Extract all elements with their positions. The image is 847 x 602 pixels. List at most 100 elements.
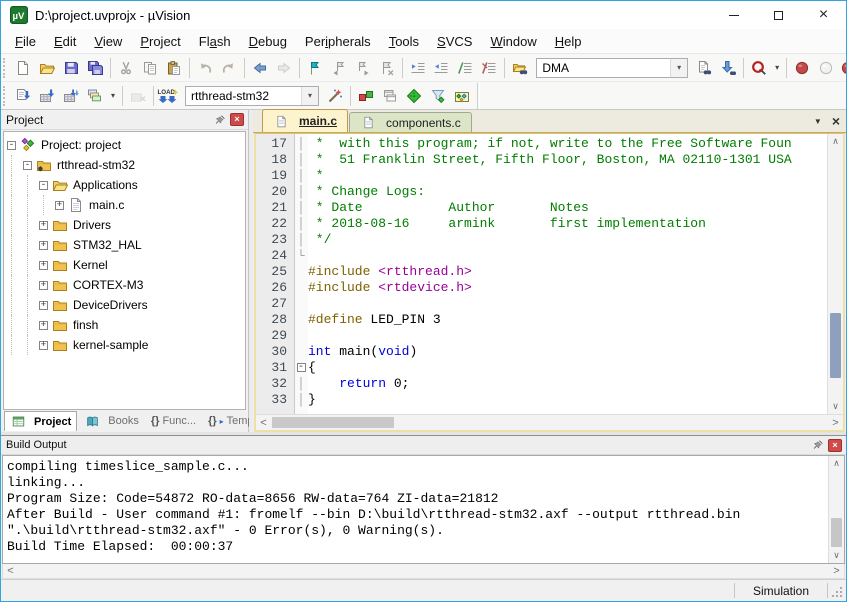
expand-icon[interactable]: + <box>39 321 48 330</box>
collapse-icon[interactable]: - <box>39 181 48 190</box>
batch-build-button[interactable] <box>83 84 107 108</box>
tree-item-kernel[interactable]: +Kernel <box>4 255 245 275</box>
save-button[interactable] <box>59 56 83 80</box>
tab-list-dropdown-icon[interactable]: ▼ <box>814 117 822 126</box>
search-combobox[interactable]: DMA▾ <box>536 58 688 78</box>
menu-item-view[interactable]: View <box>85 31 131 52</box>
maximize-button[interactable] <box>756 1 801 29</box>
tree-item-drivers[interactable]: +Drivers <box>4 215 245 235</box>
open-file-button[interactable] <box>35 56 59 80</box>
minimize-button[interactable] <box>711 1 756 29</box>
undo-button[interactable] <box>193 56 217 80</box>
close-button[interactable]: × <box>801 1 846 29</box>
menu-item-svcs[interactable]: SVCS <box>428 31 481 52</box>
scroll-up-icon[interactable]: ∧ <box>829 456 844 471</box>
search-combobox-dropdown-icon[interactable]: ▾ <box>670 59 687 77</box>
panel-tab-books[interactable]: Books <box>79 411 144 431</box>
translate-button[interactable] <box>11 84 35 108</box>
menu-item-peripherals[interactable]: Peripherals <box>296 31 380 52</box>
tree-item-applications[interactable]: -Applications <box>4 175 245 195</box>
download-load-button[interactable]: LOAD <box>157 84 181 108</box>
outdent-button[interactable] <box>430 56 454 80</box>
expand-icon[interactable]: + <box>39 341 48 350</box>
tree-item-devicedrivers[interactable]: +DeviceDrivers <box>4 295 245 315</box>
editor-tab-main-c[interactable]: main.c <box>262 109 348 132</box>
comment-selection-button[interactable] <box>453 56 477 80</box>
scroll-right-icon[interactable]: > <box>829 564 844 578</box>
indent-button[interactable] <box>406 56 430 80</box>
navigate-back-button[interactable] <box>248 56 272 80</box>
select-software-packs-button[interactable] <box>426 84 450 108</box>
toggle-bookmark-button[interactable] <box>303 56 327 80</box>
tree-item-stm32-hal[interactable]: +STM32_HAL <box>4 235 245 255</box>
paste-button[interactable] <box>162 56 186 80</box>
quick-search-button[interactable] <box>747 56 771 80</box>
stop-build-button[interactable] <box>126 84 150 108</box>
disable-all-breakpoints-button[interactable] <box>840 56 846 80</box>
manage-components-button[interactable] <box>450 84 474 108</box>
batch-build-button-dropdown-icon[interactable]: ▾ <box>107 84 119 108</box>
editor-hscrollbar[interactable]: < > <box>256 414 843 430</box>
editor-tab-components-c[interactable]: components.c <box>349 112 472 132</box>
tree-item-main-c[interactable]: +main.c <box>4 195 245 215</box>
menu-item-flash[interactable]: Flash <box>190 31 240 52</box>
previous-bookmark-button[interactable] <box>327 56 351 80</box>
tree-item-finsh[interactable]: +finsh <box>4 315 245 335</box>
resize-grip-icon[interactable] <box>828 580 846 601</box>
file-extensions-button[interactable] <box>354 84 378 108</box>
panel-tab-project[interactable]: Project <box>4 411 77 431</box>
expand-icon[interactable]: + <box>39 221 48 230</box>
uncomment-selection-button[interactable] <box>477 56 501 80</box>
menu-item-debug[interactable]: Debug <box>240 31 296 52</box>
tree-item-cortex-m3[interactable]: +CORTEX-M3 <box>4 275 245 295</box>
menu-item-edit[interactable]: Edit <box>45 31 85 52</box>
copy-button[interactable] <box>138 56 162 80</box>
pin-icon[interactable] <box>811 438 825 452</box>
manage-project-items-button[interactable] <box>378 84 402 108</box>
new-file-button[interactable] <box>11 56 35 80</box>
build-output-vscroll-thumb[interactable] <box>831 518 842 547</box>
build-output-vscrollbar[interactable]: ∧ ∨ <box>828 456 844 563</box>
navigate-forward-button[interactable] <box>272 56 296 80</box>
cut-button[interactable] <box>114 56 138 80</box>
scroll-up-icon[interactable]: ∧ <box>828 134 843 149</box>
expand-icon[interactable]: + <box>39 281 48 290</box>
panel-tab-func[interactable]: {}Func... <box>146 411 201 431</box>
tree-item-kernel-sample[interactable]: +kernel-sample <box>4 335 245 355</box>
build-output-hscrollbar[interactable]: < > <box>2 564 845 579</box>
scroll-down-icon[interactable]: ∨ <box>829 548 844 563</box>
build-output-text[interactable]: compiling timeslice_sample.c...linking..… <box>3 456 828 563</box>
scroll-right-icon[interactable]: > <box>828 416 843 430</box>
save-all-button[interactable] <box>83 56 107 80</box>
editor-vscrollbar[interactable]: ∧ ∨ <box>827 134 843 414</box>
menu-item-tools[interactable]: Tools <box>380 31 428 52</box>
pin-icon[interactable] <box>213 113 227 127</box>
insert-breakpoint-button[interactable] <box>790 56 814 80</box>
enable-disable-breakpoint-button[interactable] <box>814 56 838 80</box>
editor-vscroll-thumb[interactable] <box>830 313 841 377</box>
rebuild-all-button[interactable] <box>59 84 83 108</box>
scroll-left-icon[interactable]: < <box>256 416 271 430</box>
menu-item-file[interactable]: File <box>6 31 45 52</box>
redo-button[interactable] <box>217 56 241 80</box>
expand-icon[interactable]: + <box>39 261 48 270</box>
close-project-panel-button[interactable]: × <box>230 113 244 126</box>
build-button[interactable] <box>35 84 59 108</box>
incremental-find-button[interactable] <box>716 56 740 80</box>
scroll-left-icon[interactable]: < <box>3 564 18 578</box>
tree-item-project-project[interactable]: -Project: project <box>4 135 245 155</box>
clear-bookmarks-button[interactable] <box>375 56 399 80</box>
manage-rte-button[interactable] <box>402 84 426 108</box>
quick-search-button-dropdown-icon[interactable]: ▾ <box>771 56 783 80</box>
expand-icon[interactable]: + <box>55 201 64 210</box>
expand-icon[interactable]: + <box>39 301 48 310</box>
find-in-files-dialog-button[interactable] <box>692 56 716 80</box>
close-build-output-button[interactable]: × <box>828 439 842 452</box>
menu-item-project[interactable]: Project <box>131 31 189 52</box>
collapse-icon[interactable]: - <box>7 141 16 150</box>
next-bookmark-button[interactable] <box>351 56 375 80</box>
options-for-target-button[interactable] <box>323 84 347 108</box>
target-select-dropdown-icon[interactable]: ▾ <box>301 87 318 105</box>
menu-item-help[interactable]: Help <box>546 31 591 52</box>
expand-icon[interactable]: + <box>39 241 48 250</box>
